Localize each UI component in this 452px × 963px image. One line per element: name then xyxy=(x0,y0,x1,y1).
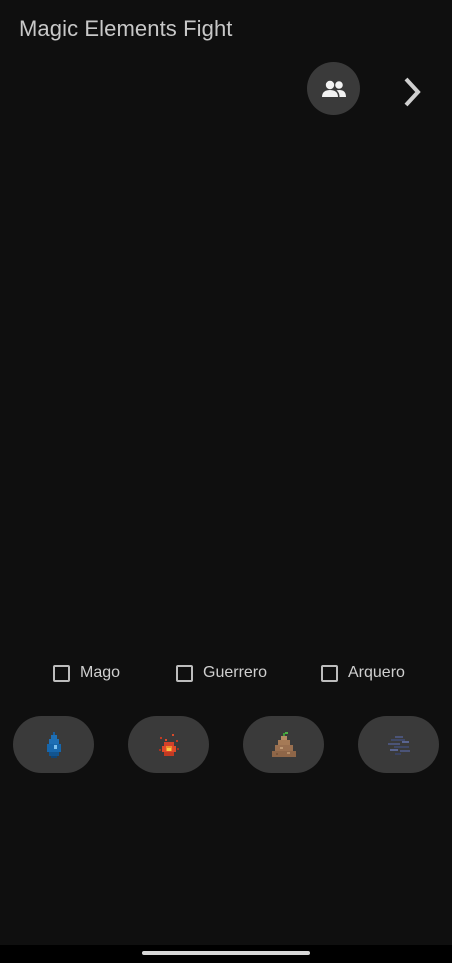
app-title: Magic Elements Fight xyxy=(19,16,233,41)
water-element-button[interactable] xyxy=(13,716,94,773)
class-selector: Mago Guerrero Arquero xyxy=(0,660,452,686)
class-label: Guerrero xyxy=(203,664,268,681)
system-navigation-bar xyxy=(0,945,452,963)
class-option-arquero[interactable]: Arquero xyxy=(321,660,405,686)
people-icon xyxy=(321,80,346,97)
chevron-right-icon xyxy=(404,77,421,107)
air-element-button[interactable] xyxy=(358,716,439,773)
class-option-guerrero[interactable]: Guerrero xyxy=(176,660,267,686)
home-gesture-handle[interactable] xyxy=(142,951,310,955)
fire-element-button[interactable] xyxy=(128,716,209,773)
class-option-mago[interactable]: Mago xyxy=(53,660,120,686)
arquero-checkbox[interactable] xyxy=(321,664,338,682)
class-label: Arquero xyxy=(348,664,405,681)
next-button[interactable] xyxy=(395,72,429,112)
guerrero-checkbox[interactable] xyxy=(176,664,193,682)
earth-element-button[interactable] xyxy=(243,716,324,773)
mago-checkbox[interactable] xyxy=(53,664,70,682)
class-label: Mago xyxy=(80,664,121,681)
fire-icon xyxy=(158,733,179,756)
wind-icon xyxy=(387,735,410,755)
water-drop-icon xyxy=(46,731,61,758)
players-button[interactable] xyxy=(307,62,360,115)
earth-mound-icon xyxy=(271,731,296,757)
